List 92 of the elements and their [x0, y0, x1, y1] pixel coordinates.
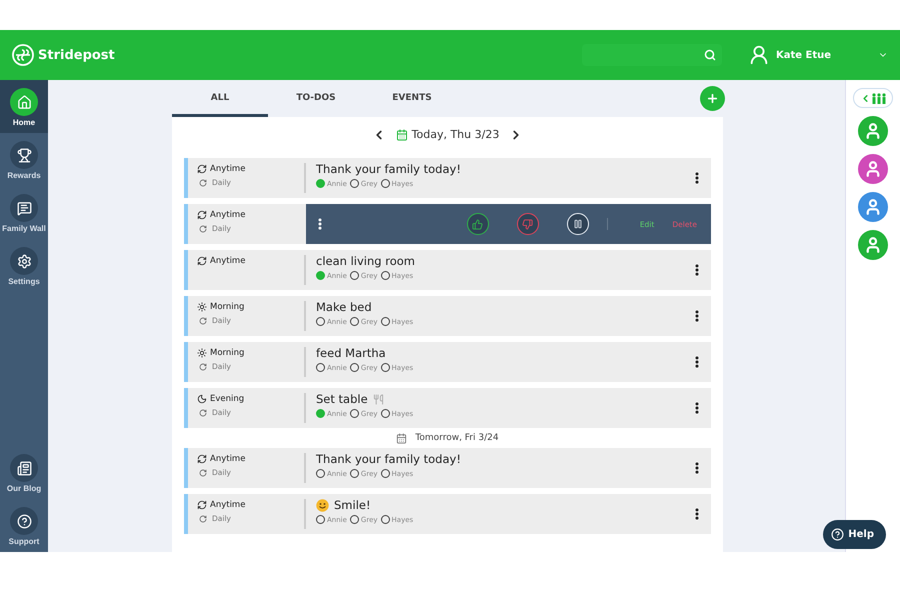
time-text: Anytime [210, 454, 246, 464]
repeat-icon [199, 514, 207, 522]
status-circle[interactable] [350, 409, 359, 418]
approve-button[interactable] [466, 213, 489, 235]
repeat-icon [199, 316, 207, 324]
logo-icon [12, 44, 34, 66]
time-text: Anytime [210, 210, 246, 220]
task-title: Set table [316, 392, 368, 406]
status-circle[interactable] [380, 515, 390, 524]
utensils-icon [372, 394, 384, 404]
status-circle[interactable] [350, 469, 359, 478]
brand-name: Stridepost [38, 48, 115, 62]
chat-icon [16, 200, 32, 216]
repeat-icon [199, 468, 207, 476]
date-label: Today, Thu 3/23 [412, 128, 500, 141]
status-circle[interactable] [380, 409, 390, 418]
task-title: Thank your family today! [316, 452, 461, 466]
reject-button[interactable] [516, 213, 539, 235]
status-circle[interactable] [316, 363, 325, 372]
person-icon [864, 236, 882, 254]
time-text: Anytime [210, 500, 246, 510]
time-text: Morning [210, 302, 244, 312]
status-circle[interactable] [350, 271, 359, 280]
time-text: Anytime [210, 256, 246, 266]
refresh-icon [197, 454, 207, 464]
newspaper-icon [16, 460, 32, 476]
status-circle[interactable] [316, 515, 325, 524]
date-label: Tomorrow, Fri 3/24 [415, 433, 499, 443]
status-circle[interactable] [380, 317, 390, 326]
help-button[interactable]: Help [823, 520, 886, 549]
task-title: clean living room [316, 254, 415, 268]
collapse-button[interactable] [853, 88, 893, 108]
sidebar-item[interactable]: Support [0, 499, 48, 552]
repeat-icon [199, 224, 207, 232]
member-avatar[interactable] [858, 154, 888, 184]
status-circle[interactable] [380, 469, 390, 478]
member-avatar[interactable] [858, 116, 888, 146]
person-icon [864, 122, 882, 140]
status-circle[interactable] [380, 271, 390, 280]
refresh-icon [197, 164, 207, 174]
refresh-icon [197, 210, 207, 220]
pause-icon [572, 219, 583, 229]
search-field[interactable] [582, 44, 722, 66]
person-icon [864, 198, 882, 216]
time-text: Evening [210, 394, 244, 404]
calendar-icon [396, 432, 408, 444]
search-icon [704, 49, 716, 61]
task-title: Make bed [316, 300, 372, 314]
person-icon [864, 160, 882, 178]
status-circle[interactable] [350, 317, 359, 326]
status-circle[interactable] [350, 179, 359, 188]
task-title: Smile! [334, 498, 371, 512]
sidebar-item[interactable]: Family Wall [0, 186, 48, 239]
task-title: Thank your family today! [316, 162, 461, 176]
tab[interactable]: EVENTS [364, 80, 460, 117]
repeat-icon [199, 408, 207, 416]
repeat-icon [199, 362, 207, 370]
home-icon [16, 94, 32, 110]
refresh-icon [197, 256, 207, 266]
status-circle[interactable] [350, 515, 359, 524]
thumbs-down-icon [522, 218, 534, 230]
status-circle[interactable] [350, 363, 359, 372]
repeat-icon [199, 178, 207, 186]
tab[interactable]: TO-DOS [268, 80, 364, 117]
help-icon [16, 514, 32, 528]
sidebar-item[interactable]: Rewards [0, 133, 48, 186]
thumbs-up-icon [472, 218, 484, 230]
status-circle[interactable] [380, 363, 390, 372]
task-title: feed Martha [316, 346, 386, 360]
sidebar-item[interactable]: Home [0, 80, 48, 133]
member-avatar[interactable] [858, 230, 888, 260]
smiley-icon [316, 498, 329, 512]
trophy-icon [16, 148, 32, 162]
help-icon [831, 528, 844, 541]
status-circle[interactable] [316, 469, 325, 478]
status-circle[interactable] [316, 317, 325, 326]
avatar-icon[interactable] [748, 44, 770, 66]
sidebar-item[interactable]: Our Blog [0, 446, 48, 499]
pause-button[interactable] [566, 213, 589, 235]
calendar-icon [396, 128, 408, 140]
moon-icon [197, 394, 207, 404]
sun-icon [197, 348, 207, 358]
time-text: Morning [210, 348, 244, 358]
settings-icon [16, 254, 32, 268]
time-text: Anytime [210, 164, 246, 174]
sun-icon [197, 302, 207, 312]
status-circle[interactable] [380, 179, 390, 188]
member-avatar[interactable] [858, 192, 888, 222]
add-button[interactable] [700, 86, 725, 111]
plus-icon [706, 92, 719, 105]
refresh-icon [197, 500, 207, 510]
sidebar-item[interactable]: Settings [0, 239, 48, 292]
